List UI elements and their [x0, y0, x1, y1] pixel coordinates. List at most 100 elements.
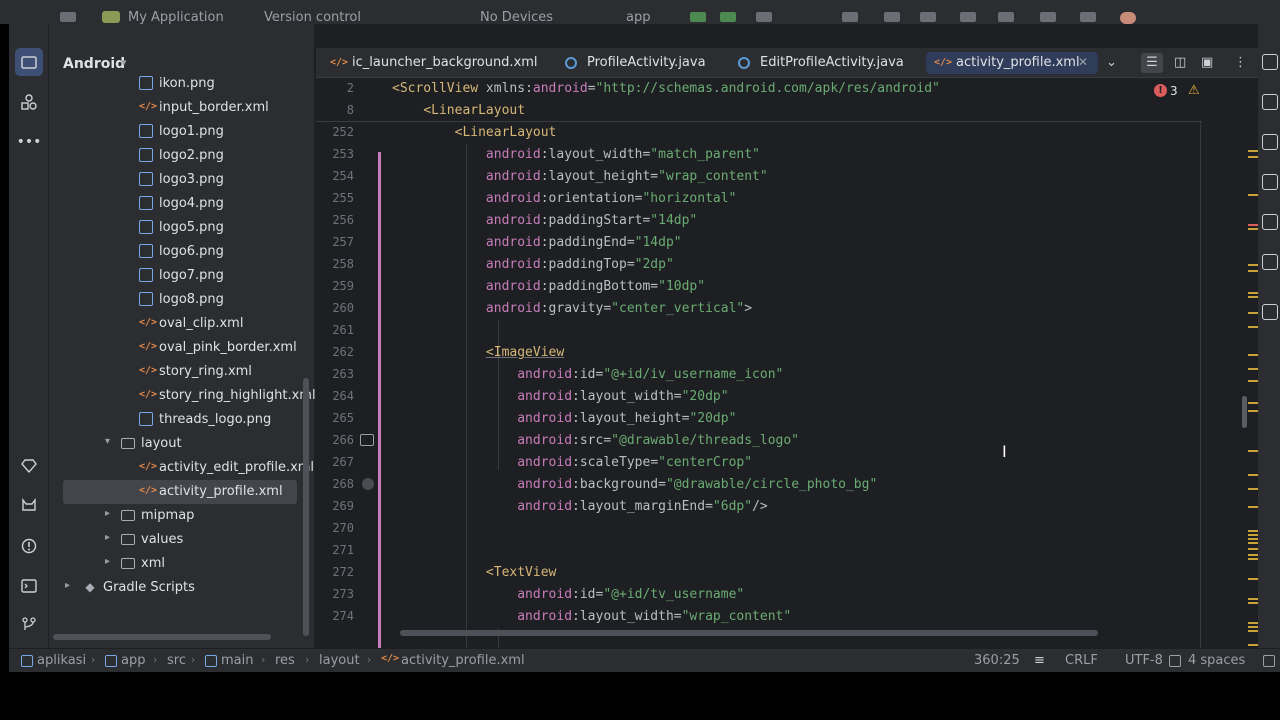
- line-separator[interactable]: CRLF: [1065, 653, 1098, 668]
- chevron-down-icon[interactable]: ▾: [121, 56, 127, 69]
- tree-file-item[interactable]: logo3.png: [49, 168, 314, 192]
- emulator-icon[interactable]: [1262, 214, 1278, 230]
- tree-file-item[interactable]: </> input_border.xml: [49, 96, 314, 120]
- terminal-button[interactable]: [15, 572, 43, 600]
- code-line[interactable]: android:orientation="horizontal": [392, 191, 736, 206]
- tree-file-item[interactable]: </> oval_clip.xml: [49, 312, 314, 336]
- split-view-button[interactable]: ◫: [1174, 55, 1186, 70]
- code-line[interactable]: android:layout_width="match_parent": [392, 147, 760, 162]
- project-vertical-scrollbar[interactable]: [303, 378, 309, 636]
- code-line[interactable]: android:paddingBottom="10dp": [392, 279, 705, 294]
- assistant-icon[interactable]: [1262, 304, 1278, 320]
- lock-icon[interactable]: [1263, 655, 1275, 667]
- tree-file-item[interactable]: logo8.png: [49, 288, 314, 312]
- chevron-right-icon[interactable]: ▸: [105, 556, 110, 567]
- tab-ProfileActivity-java[interactable]: ProfileActivity.java: [561, 48, 721, 78]
- code-area[interactable]: <LinearLayout android:layout_width="matc…: [316, 78, 1206, 648]
- more-tools-button[interactable]: •••: [15, 128, 43, 156]
- device-manager-icon[interactable]: [842, 12, 858, 22]
- caret-position[interactable]: 360:25: [974, 653, 1020, 668]
- tree-file-item[interactable]: </> activity_profile.xml: [63, 480, 297, 504]
- project-name[interactable]: My Application: [128, 10, 224, 24]
- tab-ic_launcher_background-xml[interactable]: </> ic_launcher_background.xml: [326, 48, 546, 78]
- sticky-scroll-header[interactable]: 2 <ScrollView xmlns:android="http://schem…: [316, 78, 1206, 122]
- vcs-widget[interactable]: Version control: [264, 10, 361, 24]
- tree-file-item[interactable]: logo4.png: [49, 192, 314, 216]
- indent-setting[interactable]: 4 spaces: [1188, 653, 1245, 668]
- tree-folder-values[interactable]: ▸ values: [49, 528, 314, 552]
- code-line[interactable]: android:gravity="center_vertical">: [392, 301, 752, 316]
- sticky-code-line[interactable]: <ScrollView xmlns:android="http://schema…: [392, 81, 940, 96]
- chevron-right-icon[interactable]: ▸: [105, 508, 110, 519]
- layout-inspector-icon[interactable]: [920, 12, 936, 22]
- code-line[interactable]: android:background="@drawable/circle_pho…: [392, 477, 877, 492]
- resource-manager-button[interactable]: [15, 88, 43, 116]
- code-line[interactable]: android:layout_marginEnd="6dp"/>: [392, 499, 767, 514]
- breadcrumb-item[interactable]: res: [275, 653, 295, 668]
- project-horizontal-scrollbar[interactable]: [53, 634, 271, 640]
- tree-file-item[interactable]: logo2.png: [49, 144, 314, 168]
- breadcrumb-item[interactable]: activity_profile.xml: [401, 653, 525, 668]
- code-view-button[interactable]: ☰: [1141, 53, 1163, 73]
- tree-file-item[interactable]: </> story_ring.xml: [49, 360, 314, 384]
- tree-file-item[interactable]: </> story_ring_highlight.xml: [49, 384, 316, 408]
- tab-list-chevron-icon[interactable]: ⌄: [1106, 55, 1117, 70]
- code-line[interactable]: android:id="@+id/tv_username": [392, 587, 744, 602]
- profiler-icon[interactable]: [998, 12, 1014, 22]
- run-icon[interactable]: [690, 12, 706, 22]
- code-line[interactable]: android:layout_width="20dp": [392, 389, 728, 404]
- settings-gear-icon[interactable]: [1080, 12, 1096, 22]
- chevron-right-icon[interactable]: ▸: [65, 580, 70, 591]
- main-menu-icon[interactable]: [60, 12, 76, 22]
- code-line[interactable]: android:paddingTop="2dp": [392, 257, 674, 272]
- logcat-button[interactable]: [15, 492, 43, 520]
- chevron-right-icon[interactable]: ▸: [105, 532, 110, 543]
- tree-folder-layout[interactable]: ▾ layout: [49, 432, 314, 456]
- breadcrumb-item[interactable]: app: [121, 653, 145, 668]
- code-line[interactable]: android:scaleType="centerCrop": [392, 455, 752, 470]
- tab-activity_profile-xml[interactable]: </> activity_profile.xml ✕: [926, 52, 1098, 74]
- translate-icon[interactable]: [884, 12, 900, 22]
- tab-EditProfileActivity-java[interactable]: EditProfileActivity.java: [734, 48, 914, 78]
- tree-file-item[interactable]: ▸ ◆ Gradle Scripts: [49, 576, 314, 600]
- user-avatar[interactable]: [1120, 12, 1136, 24]
- tree-folder-xml[interactable]: ▸ xml: [49, 552, 314, 576]
- chevron-down-icon[interactable]: ▾: [105, 436, 110, 447]
- code-line[interactable]: android:src="@drawable/threads_logo": [392, 433, 799, 448]
- tree-file-item[interactable]: </> activity_edit_profile.xml: [49, 456, 314, 480]
- run-config-selector[interactable]: app: [626, 10, 650, 24]
- editor-horizontal-scrollbar[interactable]: [400, 630, 1098, 636]
- running-devices-icon[interactable]: [1262, 174, 1278, 190]
- tree-folder-mipmap[interactable]: ▸ mipmap: [49, 504, 314, 528]
- breadcrumb-item[interactable]: aplikasi: [37, 653, 86, 668]
- gemini-button[interactable]: [15, 452, 43, 480]
- debug-icon[interactable]: [720, 12, 736, 22]
- notifications-icon[interactable]: [1262, 54, 1278, 70]
- device-explorer-icon[interactable]: [1262, 254, 1278, 270]
- scrollbar-thumb[interactable]: [1242, 396, 1247, 428]
- breadcrumb-item[interactable]: main: [221, 653, 253, 668]
- tree-file-item[interactable]: logo1.png: [49, 120, 314, 144]
- problems-button[interactable]: [15, 532, 43, 560]
- breadcrumb-item[interactable]: src: [167, 653, 186, 668]
- device-manager-icon[interactable]: [1262, 134, 1278, 150]
- close-tab-icon[interactable]: ✕: [1078, 55, 1088, 69]
- gradle-icon[interactable]: [1262, 94, 1278, 110]
- more-options-icon[interactable]: ⋮: [1234, 55, 1247, 70]
- format-icon[interactable]: ≡: [1034, 653, 1045, 668]
- code-line[interactable]: android:paddingStart="14dp": [392, 213, 697, 228]
- code-line[interactable]: android:layout_height="wrap_content": [392, 169, 768, 184]
- tree-file-item[interactable]: threads_logo.png: [49, 408, 314, 432]
- project-view-button[interactable]: [15, 48, 43, 76]
- sticky-code-line[interactable]: <LinearLayout: [392, 103, 525, 118]
- file-encoding[interactable]: UTF-8: [1125, 653, 1163, 668]
- device-selector[interactable]: No Devices: [480, 10, 553, 24]
- code-line[interactable]: <LinearLayout: [392, 125, 557, 140]
- code-line[interactable]: android:paddingEnd="14dp": [392, 235, 682, 250]
- sdk-manager-icon[interactable]: [960, 12, 976, 22]
- breadcrumb-item[interactable]: layout: [319, 653, 360, 668]
- tree-file-item[interactable]: logo6.png: [49, 240, 314, 264]
- tree-file-item[interactable]: ikon.png: [49, 72, 314, 96]
- design-view-button[interactable]: ▣: [1201, 55, 1213, 70]
- project-view-mode[interactable]: Android: [63, 56, 125, 72]
